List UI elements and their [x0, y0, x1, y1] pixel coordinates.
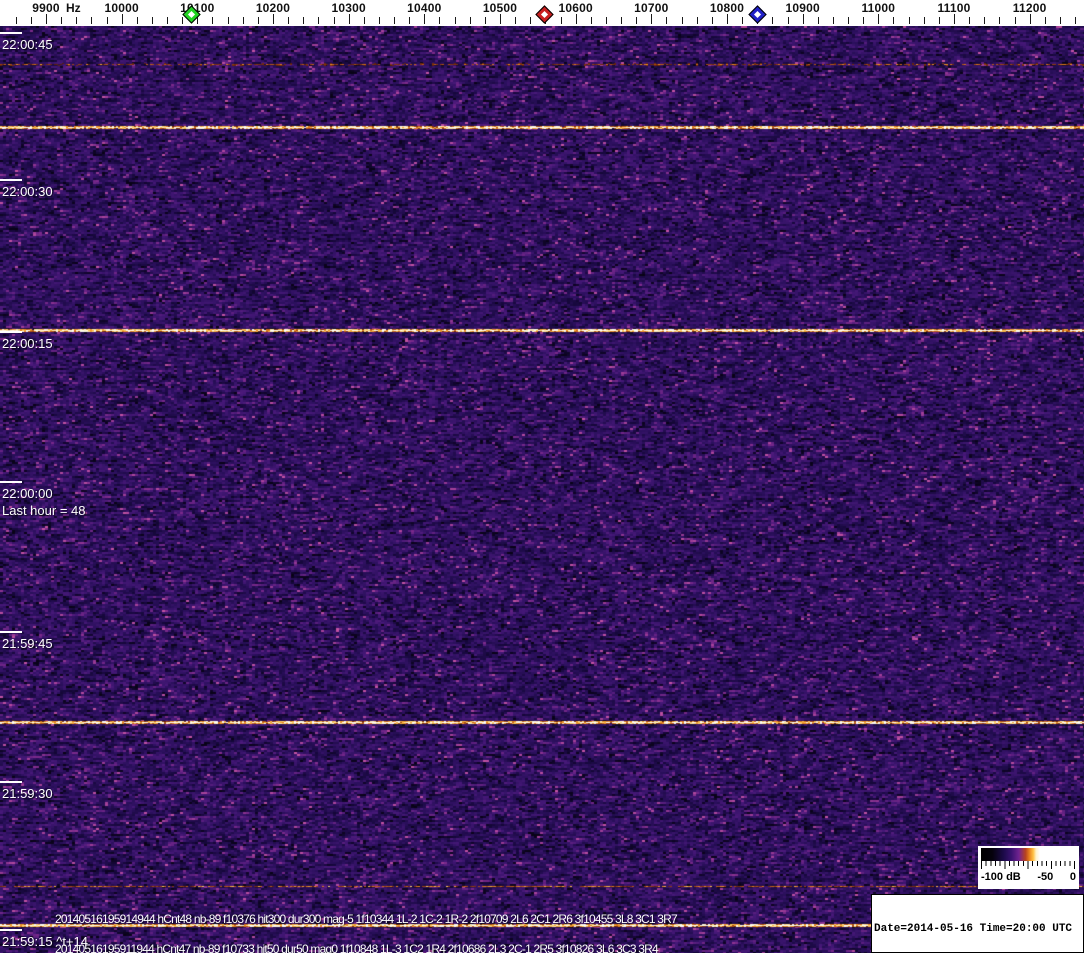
freq-tick — [76, 17, 78, 24]
freq-tick — [590, 17, 592, 24]
freq-tick — [530, 17, 532, 24]
freq-tick — [802, 14, 804, 24]
freq-axis-label: 11200 — [1012, 1, 1047, 15]
freq-tick — [954, 14, 955, 24]
freq-tick — [893, 17, 895, 24]
frequency-ruler: Hz 9900 10000 10100 10200 10300 10400 10500 106… — [0, 0, 1084, 26]
freq-tick — [727, 14, 728, 24]
freq-tick — [212, 17, 214, 24]
freq-tick — [621, 17, 623, 24]
freq-tick — [167, 17, 169, 24]
freq-tick — [439, 17, 441, 24]
freq-tick — [257, 17, 259, 24]
freq-tick — [787, 17, 789, 24]
spectrogram-canvas — [0, 26, 1084, 953]
freq-tick — [923, 17, 925, 24]
freq-tick — [15, 17, 17, 24]
freq-tick — [242, 17, 244, 24]
freq-tick — [863, 17, 865, 24]
freq-tick — [984, 17, 986, 24]
info-date-time: Date=2014-05-16 Time=20:00 UTC — [874, 923, 1073, 935]
freq-tick — [938, 17, 940, 24]
freq-tick — [136, 17, 138, 24]
freq-tick — [1029, 14, 1031, 24]
freq-tick — [575, 14, 577, 24]
freq-tick — [121, 14, 123, 24]
freq-tick — [318, 17, 320, 24]
freq-tick — [1059, 17, 1061, 24]
freq-tick — [1075, 17, 1077, 24]
freq-tick — [636, 17, 638, 24]
freq-tick — [605, 17, 607, 24]
freq-tick — [515, 17, 517, 24]
freq-tick — [363, 17, 365, 24]
freq-tick — [666, 17, 668, 24]
freq-tick — [969, 17, 971, 24]
freq-tick — [848, 17, 850, 24]
freq-tick — [30, 17, 32, 24]
freq-tick — [908, 17, 910, 24]
freq-tick — [484, 17, 486, 24]
freq-tick — [106, 17, 108, 24]
freq-tick — [91, 17, 93, 24]
freq-tick — [1044, 17, 1046, 24]
freq-tick — [378, 17, 380, 24]
freq-tick — [151, 17, 153, 24]
freq-tick — [227, 17, 229, 24]
marker-core-dot — [753, 10, 762, 19]
freq-tick — [817, 17, 819, 24]
db-color-scale-legend: -100 dB -50 0 — [978, 846, 1079, 889]
freq-tick — [333, 17, 335, 24]
freq-tick — [61, 17, 63, 24]
marker-core-dot — [541, 10, 549, 19]
db-min-label: -100 dB — [981, 871, 1021, 883]
marker-core-dot — [187, 10, 196, 19]
color-scale-labels: -100 dB -50 0 — [981, 871, 1076, 883]
freq-tick — [46, 14, 47, 24]
db-max-label: 0 — [1069, 871, 1076, 883]
freq-tick — [832, 17, 834, 24]
freq-tick — [409, 17, 411, 24]
freq-tick — [348, 14, 350, 24]
db-mid-label: -50 — [1037, 871, 1054, 883]
freq-tick — [394, 17, 396, 24]
freq-tick — [1014, 17, 1016, 24]
freq-tick — [772, 17, 774, 24]
freq-tick — [742, 17, 744, 24]
freq-tick — [560, 17, 562, 24]
freq-tick — [696, 17, 698, 24]
station-info-box: Date=2014-05-16 Time=20:00 UTC Freq=143 … — [871, 894, 1084, 953]
freq-tick — [182, 17, 184, 24]
freq-tick — [288, 17, 290, 24]
freq-tick — [303, 17, 305, 24]
freq-tick — [651, 14, 653, 24]
freq-tick — [711, 17, 713, 24]
freq-tick — [999, 17, 1001, 24]
freq-tick — [681, 17, 683, 24]
freq-tick — [878, 14, 880, 24]
color-scale-ticks — [981, 861, 1076, 869]
freq-tick — [273, 14, 274, 24]
freq-tick — [469, 17, 471, 24]
color-gradient-bar — [981, 848, 1076, 861]
spectrogram-app-window: Hz 9900 10000 10100 10200 10300 10400 10500 106… — [0, 0, 1084, 953]
freq-tick — [424, 14, 426, 24]
freq-tick — [454, 17, 456, 24]
freq-tick — [500, 14, 501, 24]
